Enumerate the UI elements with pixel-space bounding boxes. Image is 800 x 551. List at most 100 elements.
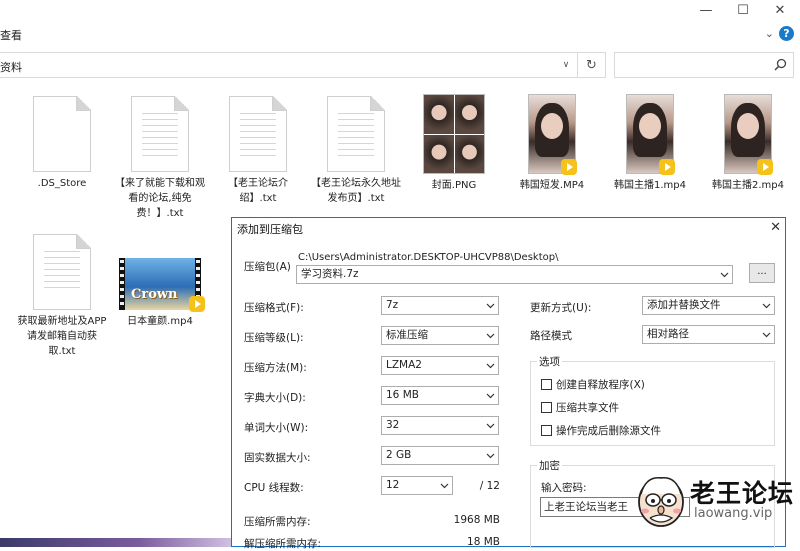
ribbon-expand-icon[interactable]: ⌄ [765,27,774,40]
image-thumbnail [423,94,485,174]
chevron-down-icon [720,272,729,278]
file-item[interactable]: 获取最新地址及APP请发邮箱自动获取.txt [14,234,110,359]
chevron-down-icon [440,483,449,489]
refresh-icon[interactable]: ↻ [578,52,606,78]
cpu-threads-label: CPU 线程数: [244,482,304,494]
word-size-value: 32 [386,419,400,431]
word-size-label: 单词大小(W): [244,422,309,434]
document-icon [33,96,91,172]
archive-name-combo[interactable]: 学习资料.7z [296,265,733,284]
file-item[interactable]: 韩国主播1.mp4 [602,94,698,193]
delete-after-checkbox[interactable]: 操作完成后删除源文件 [541,423,661,438]
file-item[interactable]: 【老王论坛永久地址发布页】.txt [308,96,404,206]
mascot-face-icon [638,477,684,527]
chevron-down-icon [486,393,495,399]
solid-size-label: 固实数据大小: [244,452,311,464]
dialog-title: 添加到压缩包 [237,223,303,236]
method-label: 压缩方法(M): [244,362,307,374]
file-name: 韩国主播2.mp4 [712,180,784,191]
memory-decompress-label: 解压缩所需内存: [244,538,322,550]
method-value: LZMA2 [386,359,422,371]
compress-shared-checkbox[interactable]: 压缩共享文件 [541,400,619,415]
path-mode-label: 路径模式 [530,330,572,342]
file-name: .DS_Store [37,178,87,189]
chevron-down-icon [486,333,495,339]
word-size-select[interactable]: 32 [381,416,499,435]
chevron-down-icon [486,303,495,309]
thumbnail-text: Crown [131,287,178,302]
file-name: 【老王论坛介绍】.txt [228,178,288,204]
watermark-brand: 老王论坛 [690,479,795,508]
method-select[interactable]: LZMA2 [381,356,499,375]
options-title: 选项 [537,354,562,369]
chevron-down-icon [762,303,771,309]
checkbox-box [541,402,552,413]
checkbox-box [541,425,552,436]
video-thumbnail [528,94,577,175]
cpu-threads-value: 12 [386,479,400,491]
file-item[interactable]: 韩国短发.MP4 [504,94,600,193]
file-item[interactable]: 韩国主播2.mp4 [700,94,796,193]
file-item[interactable]: 【来了就能下载和观看的论坛,纯免费！】.txt [112,96,208,221]
address-bar[interactable]: 资料 ∨ [0,52,578,78]
ribbon-bar: 查看 ⌄ ? [0,24,800,46]
memory-decompress-value: 18 MB [467,536,500,548]
file-name: 日本童颜.mp4 [127,316,193,327]
path-mode-select[interactable]: 相对路径 [642,325,775,344]
format-value: 7z [386,299,399,311]
update-mode-value: 添加并替换文件 [647,299,721,311]
cpu-threads-max: / 12 [479,480,500,492]
help-icon[interactable]: ? [779,26,794,41]
taskbar-strip [0,538,231,547]
dictionary-select[interactable]: 16 MB [381,386,499,405]
video-thumbnail [724,94,773,175]
address-dropdown-icon[interactable]: ∨ [555,53,577,77]
video-thumbnail [626,94,675,175]
file-item[interactable]: 【老王论坛介绍】.txt [210,96,306,206]
checkbox-box [541,379,552,390]
solid-size-select[interactable]: 2 GB [381,446,499,465]
file-item[interactable]: .DS_Store [14,96,110,191]
level-value: 标准压缩 [386,329,428,341]
chevron-down-icon [486,453,495,459]
player-icon [561,159,577,175]
player-icon [659,159,675,175]
memory-compress-label: 压缩所需内存: [244,516,311,528]
watermark-url: laowang.vip [694,506,773,521]
search-icon [774,58,787,71]
cpu-threads-select[interactable]: 12 [381,476,453,495]
path-mode-value: 相对路径 [647,328,689,340]
close-window-button[interactable]: ✕ [757,0,800,20]
player-icon [757,159,773,175]
password-value: 上老王论坛当老王 [544,501,628,513]
encryption-title: 加密 [537,458,562,473]
password-label: 输入密码: [541,482,587,494]
level-label: 压缩等级(L): [244,332,304,344]
chevron-down-icon [486,423,495,429]
chevron-down-icon [762,332,771,338]
update-mode-select[interactable]: 添加并替换文件 [642,296,775,315]
solid-size-value: 2 GB [386,449,412,461]
dialog-close-icon[interactable]: ✕ [770,220,781,235]
search-input[interactable] [614,52,794,78]
text-file-icon [131,96,189,172]
format-label: 压缩格式(F): [244,302,304,314]
dictionary-label: 字典大小(D): [244,392,306,404]
memory-compress-value: 1968 MB [453,514,500,526]
file-name: 封面.PNG [431,180,477,191]
archive-directory: C:\Users\Administrator.DESKTOP-UHCVP88\D… [298,252,559,263]
format-select[interactable]: 7z [381,296,499,315]
archive-name-value: 学习资料.7z [301,268,359,280]
options-group: 选项 创建自释放程序(X) 压缩共享文件 操作完成后删除源文件 [530,354,775,446]
browse-button[interactable]: ... [749,263,775,283]
file-item[interactable]: Crown 日本童颜.mp4 [112,258,208,329]
text-file-icon [229,96,287,172]
delete-after-label: 操作完成后删除源文件 [556,425,661,437]
address-path: 资料 [0,61,22,74]
compress-shared-label: 压缩共享文件 [556,402,619,414]
level-select[interactable]: 标准压缩 [381,326,499,345]
tab-view[interactable]: 查看 [0,27,22,43]
create-sfx-checkbox[interactable]: 创建自释放程序(X) [541,377,645,392]
archive-label: 压缩包(A) [244,261,291,273]
file-item[interactable]: 封面.PNG [406,94,502,193]
